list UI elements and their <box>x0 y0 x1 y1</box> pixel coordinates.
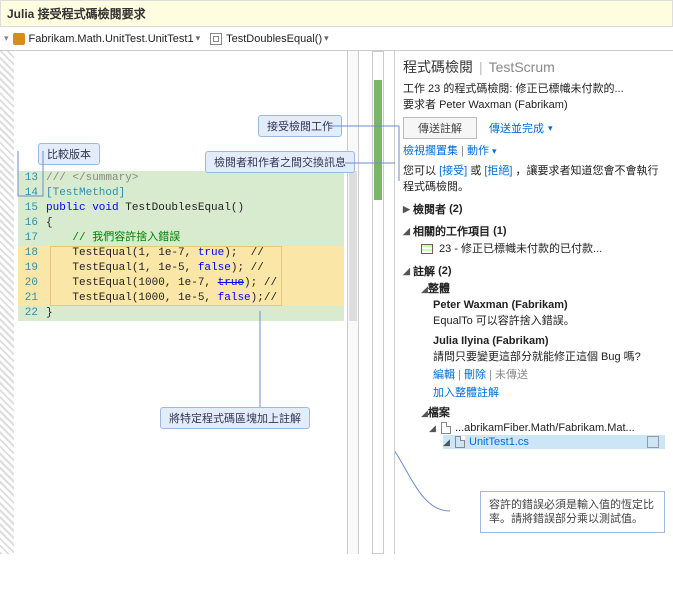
dropdown-icon[interactable]: ▾ <box>548 123 553 134</box>
collapse-icon[interactable]: ◢ <box>421 405 428 421</box>
reviewers-section-toggle[interactable]: ▶ 檢閱者 (2) <box>403 201 665 217</box>
callout-accept-review: 接受檢閱工作 <box>258 115 342 137</box>
dropdown-icon[interactable]: ▾ <box>194 33 203 44</box>
work-item-icon <box>421 244 433 254</box>
class-icon <box>13 33 25 45</box>
file-tab-label: Fabrikam.Math.UnitTest.UnitTest1 <box>29 33 194 45</box>
work-item-description: 工作 23 的程式碼檢閱: 修正已標幟未付款的... <box>403 81 665 97</box>
collapse-icon: ◢ <box>429 423 441 434</box>
dropdown-icon[interactable]: ▾ <box>492 146 497 156</box>
collapse-icon: ◢ <box>403 266 413 277</box>
line-number: 21 <box>18 291 46 306</box>
accept-reject-prompt: 您可以 [接受] 或 [拒絕] ，讓要求者知道您會不會執行程式碼檢閱。 <box>403 163 665 195</box>
file-name: UnitTest1.cs <box>469 436 529 448</box>
dropdown-icon[interactable]: ▾ <box>322 33 331 44</box>
line-number: 19 <box>18 261 46 276</box>
comment-body: EqualTo 可以容許捨入錯誤。 <box>433 313 665 329</box>
edit-link[interactable]: 編輯 <box>433 369 455 381</box>
code-text: [TestMethod] <box>46 186 344 201</box>
line-number: 20 <box>18 276 46 291</box>
send-comment-button[interactable]: 傳送註解 <box>403 117 477 139</box>
comment-body: 請問只要變更這部分就能修正這個 Bug 嗎? <box>433 349 665 365</box>
code-text: /// </summary> <box>46 171 344 186</box>
requester-row: 要求者 Peter Waxman (Fabrikam) <box>403 97 665 113</box>
related-items-section-toggle[interactable]: ◢ 相關的工作項目 (1) <box>403 223 665 239</box>
panel-title: 程式碼檢閱|TestScrum <box>403 57 665 77</box>
overall-heading: 整體 <box>428 281 450 297</box>
actions-link[interactable]: 動作 <box>467 145 489 157</box>
file-tab[interactable]: ▾ Fabrikam.Math.UnitTest.UnitTest1 ▾ <box>4 33 202 45</box>
line-number: 14 <box>18 186 46 201</box>
files-heading: 檔案 <box>428 405 450 421</box>
comment-tooltip: 容許的錯誤必須是輸入值的恆定比率。請將錯誤部分乘以測試值。 <box>480 491 665 533</box>
document-tabs: ▾ Fabrikam.Math.UnitTest.UnitTest1 ▾ Tes… <box>0 27 673 51</box>
related-work-item[interactable]: 23 - 修正已標幟未付款的已付款... <box>421 241 665 257</box>
expand-icon: ▶ <box>403 204 413 215</box>
comment-author: Peter Waxman (Fabrikam) <box>433 297 665 313</box>
folder-icon <box>441 422 451 434</box>
comments-section-toggle[interactable]: ◢ 註解 (2) <box>403 263 665 279</box>
code-review-panel: 程式碼檢閱|TestScrum 工作 23 的程式碼檢閱: 修正已標幟未付款的.… <box>395 51 673 554</box>
window-title: Julia 接受程式碼檢閱要求 <box>0 0 673 27</box>
code-text: public void TestDoublesEqual() <box>46 201 344 216</box>
line-number: 22 <box>18 306 46 321</box>
chevron-down-icon: ▾ <box>4 33 9 44</box>
collapse-icon: ◢ <box>443 437 455 448</box>
line-number: 16 <box>18 216 46 231</box>
line-number: 17 <box>18 231 46 246</box>
file-row[interactable]: ◢ UnitTest1.cs <box>443 435 665 449</box>
selection-highlight <box>50 246 282 306</box>
collapse-icon[interactable]: ◢ <box>421 281 428 297</box>
folder-label: ...abrikamFiber.Math/Fabrikam.Mat... <box>455 422 635 434</box>
callout-annotate-block: 將特定程式碼區塊加上註解 <box>160 407 310 429</box>
comment-author: Julia Ilyina (Fabrikam) <box>433 333 665 349</box>
code-text: // 我們容許捨入錯誤 <box>46 231 344 246</box>
collapse-icon: ◢ <box>403 226 413 237</box>
folder-row[interactable]: ◢ ...abrikamFiber.Math/Fabrikam.Mat... <box>429 421 665 435</box>
callout-compare-versions: 比較版本 <box>38 143 100 165</box>
overview-ruler <box>372 51 384 554</box>
checkbox[interactable] <box>647 436 659 448</box>
code-block: 13/// </summary> 14[TestMethod] 15public… <box>18 171 344 321</box>
diff-gutter <box>0 51 14 554</box>
send-complete-link[interactable]: 傳送並完成 <box>489 120 544 136</box>
accept-link[interactable]: [接受] <box>439 165 467 177</box>
line-number: 13 <box>18 171 46 186</box>
reject-link[interactable]: [拒絕] <box>484 165 512 177</box>
member-tab[interactable]: TestDoublesEqual() ▾ <box>210 33 331 45</box>
method-icon <box>210 33 222 45</box>
code-text: } <box>46 306 344 321</box>
unsent-label: 未傳送 <box>495 369 528 381</box>
member-tab-label: TestDoublesEqual() <box>226 33 322 45</box>
line-number: 15 <box>18 201 46 216</box>
view-shelveset-link[interactable]: 檢視擱置集 <box>403 145 458 157</box>
delete-link[interactable]: 刪除 <box>464 369 486 381</box>
mini-diff-column <box>347 51 359 554</box>
code-editor-pane: 13/// </summary> 14[TestMethod] 15public… <box>0 51 395 554</box>
callout-exchange-messages: 檢閱者和作者之間交換訊息 <box>205 151 355 173</box>
file-icon <box>455 436 465 448</box>
code-text: { <box>46 216 344 231</box>
line-number: 18 <box>18 246 46 261</box>
add-overall-comment-link[interactable]: 加入整體註解 <box>433 385 665 401</box>
